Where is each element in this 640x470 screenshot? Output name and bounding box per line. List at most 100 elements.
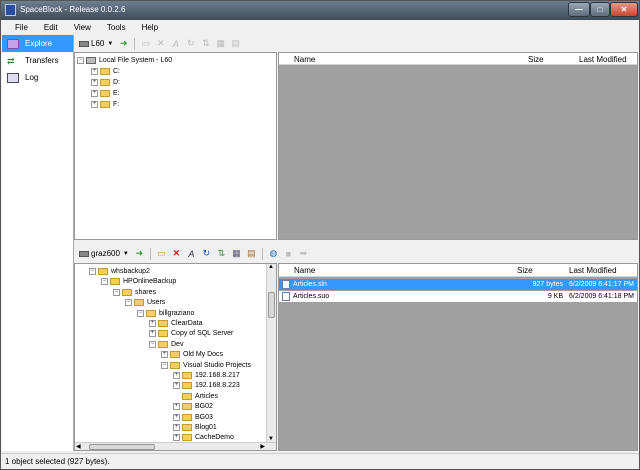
tree-node-drive[interactable]: + C: xyxy=(91,66,120,77)
column-size[interactable]: Size xyxy=(528,55,544,64)
bottom-file-list[interactable]: Name Size Last Modified Articles.sln 927… xyxy=(278,263,638,451)
file-row[interactable]: Articles.suo 9 KB 6/2/2009 6:41:18 PM xyxy=(279,291,637,302)
tree-node-folder[interactable]: +192.168.8.217 xyxy=(173,370,240,381)
tree-node-folder[interactable]: + Blog01 xyxy=(173,422,217,433)
sort-icon[interactable]: ⇅ xyxy=(199,37,212,50)
menu-edit[interactable]: Edit xyxy=(36,23,66,32)
file-row[interactable]: Articles.sln 927 bytes 6/2/2009 6:41:17 … xyxy=(279,279,637,290)
folder-icon xyxy=(98,268,108,275)
expand-icon[interactable]: + xyxy=(173,372,180,379)
tree-node-folder[interactable]: + Copy of SQL Server xyxy=(149,328,233,339)
collapse-icon[interactable]: − xyxy=(125,299,132,307)
expand-icon[interactable]: + xyxy=(161,351,168,359)
tree-node-folder[interactable]: + Old My Docs xyxy=(161,349,223,360)
new-folder-icon[interactable]: ▭ xyxy=(155,247,168,260)
scroll-thumb[interactable] xyxy=(268,292,275,318)
tree-node-folder[interactable]: − HPOnlineBackup xyxy=(101,276,176,287)
sort-icon[interactable]: ⇅ xyxy=(215,247,228,260)
tree-node-root[interactable]: − Local File System - L60 xyxy=(77,55,172,66)
tree-node-folder[interactable]: − billgraziano xyxy=(137,308,194,319)
tree-node-folder[interactable]: +192.168.8.223 xyxy=(173,380,240,391)
collapse-icon[interactable]: − xyxy=(137,309,144,317)
refresh-icon[interactable]: ↻ xyxy=(200,247,213,260)
menu-tools[interactable]: Tools xyxy=(99,23,134,32)
scroll-up-icon[interactable]: ▲ xyxy=(268,264,274,270)
properties-icon[interactable]: ▤ xyxy=(229,37,242,50)
top-file-list[interactable]: Name Size Last Modified xyxy=(278,52,638,240)
tree-node-drive[interactable]: + F: xyxy=(91,99,119,110)
collapse-icon[interactable]: − xyxy=(161,361,168,369)
tree-node-folder[interactable]: Articles xyxy=(173,391,218,402)
expand-icon[interactable]: + xyxy=(173,413,180,421)
tree-label: 192.168.8.217 xyxy=(195,372,240,379)
stop-icon[interactable]: ■ xyxy=(282,247,295,260)
forward-icon[interactable]: ➡ xyxy=(297,247,310,260)
folder-icon xyxy=(170,361,180,369)
expand-icon[interactable]: + xyxy=(91,101,98,108)
rename-icon[interactable]: A xyxy=(169,37,182,50)
tree-node-drive[interactable]: + D: xyxy=(91,77,120,88)
folder-icon xyxy=(170,351,180,359)
tree-horizontal-scrollbar[interactable]: ◀ ▶ xyxy=(75,442,276,450)
scroll-thumb[interactable] xyxy=(89,444,155,450)
tree-node-folder[interactable]: − whsbackup2 xyxy=(89,266,150,277)
expand-icon[interactable]: + xyxy=(173,424,180,431)
collapse-icon[interactable]: − xyxy=(77,57,84,64)
delete-icon[interactable]: ✕ xyxy=(154,37,167,50)
expand-icon[interactable]: + xyxy=(91,79,98,86)
maximize-button[interactable]: □ xyxy=(590,2,610,17)
expand-icon[interactable]: + xyxy=(173,382,180,390)
expand-icon[interactable]: + xyxy=(91,68,98,75)
top-drive-selector[interactable]: L60 ▼ xyxy=(76,39,116,48)
collapse-icon[interactable]: − xyxy=(149,340,156,348)
tree-vertical-scrollbar[interactable]: ▲ ▼ xyxy=(266,264,276,442)
go-arrow-icon[interactable]: ➜ xyxy=(117,37,130,50)
bottom-drive-selector[interactable]: graz600 ▼ xyxy=(76,249,132,258)
top-folder-tree[interactable]: − Local File System - L60 + C: + D: + E:… xyxy=(74,52,277,240)
column-modified[interactable]: Last Modified xyxy=(569,266,617,275)
tree-node-folder[interactable]: − Dev xyxy=(149,339,183,350)
expand-icon[interactable]: + xyxy=(91,90,98,97)
tree-node-folder[interactable]: + BG03 xyxy=(173,412,213,423)
new-folder-icon[interactable]: ▭ xyxy=(139,37,152,50)
tree-node-folder[interactable]: − Visual Studio Projects xyxy=(161,360,251,371)
delete-icon[interactable]: ✕ xyxy=(170,247,183,260)
tree-node-folder[interactable]: − Users xyxy=(125,297,165,308)
nav-item-explore[interactable]: Explore xyxy=(2,35,73,52)
bottom-folder-tree[interactable]: − whsbackup2− HPOnlineBackup − shares − Users −… xyxy=(74,263,277,451)
menu-help[interactable]: Help xyxy=(134,23,166,32)
expand-icon[interactable]: + xyxy=(149,330,156,338)
chevron-down-icon: ▼ xyxy=(107,40,114,47)
scroll-right-icon[interactable]: ▶ xyxy=(260,443,265,450)
column-modified[interactable]: Last Modified xyxy=(579,55,627,64)
collapse-icon[interactable]: − xyxy=(113,288,120,296)
expand-icon[interactable]: + xyxy=(149,320,156,327)
column-size[interactable]: Size xyxy=(517,266,533,275)
menu-file[interactable]: File xyxy=(7,23,36,32)
column-name[interactable]: Name xyxy=(294,266,315,275)
title-bar[interactable]: SpaceBlock - Release 0.0.2.6 — □ ✕ xyxy=(1,1,639,20)
properties-icon[interactable]: ▤ xyxy=(245,247,258,260)
view-icon[interactable]: ▦ xyxy=(214,37,227,50)
rename-icon[interactable]: A xyxy=(185,247,198,260)
expand-icon[interactable]: + xyxy=(173,434,180,442)
nav-item-log[interactable]: Log xyxy=(2,69,73,86)
refresh-icon[interactable]: ↻ xyxy=(184,37,197,50)
nav-item-transfers[interactable]: ⇄ Transfers xyxy=(2,52,73,69)
view-icon[interactable]: ▦ xyxy=(230,247,243,260)
column-name[interactable]: Name xyxy=(294,55,315,64)
tree-node-folder[interactable]: − shares xyxy=(113,287,156,298)
collapse-icon[interactable]: − xyxy=(89,268,96,275)
tree-node-folder[interactable]: + BG02 xyxy=(173,401,213,412)
minimize-button[interactable]: — xyxy=(568,2,590,17)
folder-icon xyxy=(158,330,168,338)
tree-node-drive[interactable]: + E: xyxy=(91,88,120,99)
scroll-left-icon[interactable]: ◀ xyxy=(76,443,81,450)
collapse-icon[interactable]: − xyxy=(101,278,108,286)
close-button[interactable]: ✕ xyxy=(610,2,638,17)
menu-view[interactable]: View xyxy=(66,23,99,32)
tree-node-folder[interactable]: + ClearData xyxy=(149,318,203,329)
go-arrow-icon[interactable]: ➜ xyxy=(133,247,146,260)
globe-icon[interactable]: ◍ xyxy=(267,247,280,260)
expand-icon[interactable]: + xyxy=(173,403,180,411)
